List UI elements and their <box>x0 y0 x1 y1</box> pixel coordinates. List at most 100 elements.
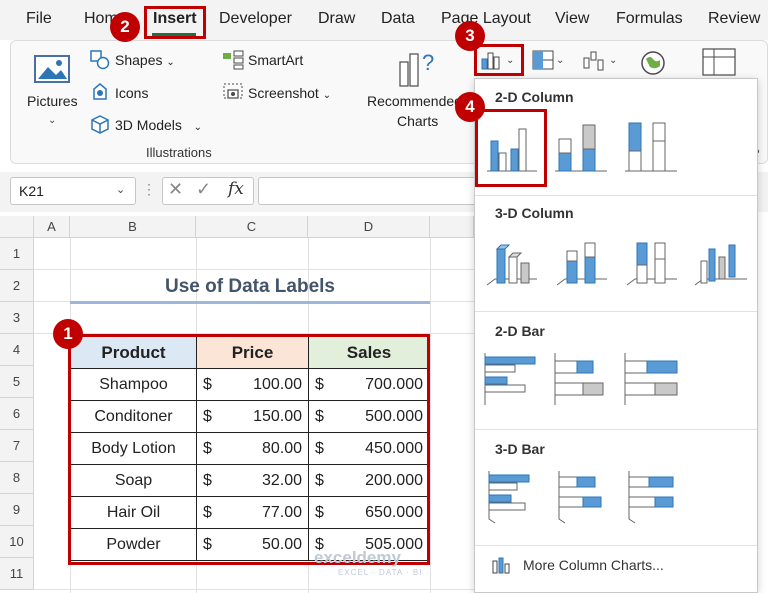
clustered-bar-option[interactable] <box>483 351 541 407</box>
step-badge-4: 4 <box>455 92 485 122</box>
pictures-icon[interactable] <box>34 54 70 84</box>
section-2d-column: 2-D Column <box>495 89 574 105</box>
more-charts-icon <box>492 557 510 574</box>
recommended-charts-label-1[interactable]: Recommended <box>367 93 462 109</box>
select-all-corner[interactable] <box>0 216 34 238</box>
100-stacked-column-icon <box>625 122 677 172</box>
more-column-charts-link[interactable]: More Column Charts... <box>523 557 664 573</box>
watermark-logo: exceldemy <box>314 548 401 567</box>
row-header-11[interactable]: 11 <box>0 558 34 590</box>
shapes-button[interactable]: Shapes ⌄ <box>115 52 175 68</box>
gridline <box>34 269 474 270</box>
column-chart-dropdown: 2-D Column 3-D Column 2-D Bar 3-D Bar Mo… <box>474 78 758 593</box>
chevron-down-icon[interactable]: ⌄ <box>609 55 617 66</box>
column-header-d[interactable]: D <box>308 216 430 238</box>
row-header-2[interactable]: 2 <box>0 270 34 302</box>
data-range-highlight <box>68 334 430 565</box>
screenshot-label: Screenshot <box>248 85 319 101</box>
icons-button[interactable]: Icons <box>115 85 148 101</box>
pictures-label[interactable]: Pictures <box>27 93 78 109</box>
formula-input[interactable] <box>258 177 478 205</box>
icons-icon[interactable] <box>90 82 110 102</box>
stacked-bar-option[interactable] <box>553 351 611 407</box>
recommended-charts-label-2[interactable]: Charts <box>397 113 438 129</box>
stacked-bar-icon <box>554 353 604 405</box>
3d-models-button[interactable]: 3D Models ⌄ <box>115 117 202 133</box>
smartart-button[interactable]: SmartArt <box>248 52 303 68</box>
cancel-icon[interactable]: ✕ <box>168 179 183 200</box>
3d-column-option[interactable] <box>693 235 751 291</box>
row-header-6[interactable]: 6 <box>0 398 34 430</box>
screenshot-icon[interactable] <box>222 82 244 102</box>
screenshot-button[interactable]: Screenshot ⌄ <box>248 85 331 101</box>
3d-clustered-bar-icon <box>488 471 530 524</box>
tab-view[interactable]: View <box>555 10 589 28</box>
chevron-down-icon[interactable]: ⌄ <box>556 55 564 66</box>
tab-formulas[interactable]: Formulas <box>616 10 683 28</box>
3d-clustered-bar-option[interactable] <box>483 469 541 525</box>
pictures-dropdown-arrow-icon[interactable]: ⌄ <box>48 115 56 126</box>
pivotchart-icon[interactable] <box>702 48 738 78</box>
shapes-icon[interactable] <box>90 50 110 70</box>
hierarchy-chart-icon[interactable] <box>532 50 554 70</box>
step-badge-1: 1 <box>53 319 83 349</box>
shapes-label: Shapes <box>115 52 163 68</box>
row-header-10[interactable]: 10 <box>0 526 34 558</box>
sheet-title[interactable]: Use of Data Labels <box>70 276 430 298</box>
chevron-down-icon: ⌄ <box>193 122 202 133</box>
3d-100-stacked-column-option[interactable] <box>623 235 681 291</box>
chevron-down-icon: ⌄ <box>166 57 175 68</box>
row-header-5[interactable]: 5 <box>0 366 34 398</box>
3d-clustered-column-option[interactable] <box>483 235 541 291</box>
insert-function-icon[interactable]: fx <box>228 179 244 199</box>
3d-stacked-bar-option[interactable] <box>553 469 611 525</box>
3d-100-stacked-column-icon <box>626 242 677 286</box>
row-header-9[interactable]: 9 <box>0 494 34 526</box>
100-stacked-column-option[interactable] <box>623 119 681 175</box>
enter-icon[interactable]: ✓ <box>196 179 211 200</box>
step-badge-2: 2 <box>110 12 140 42</box>
separator <box>475 311 757 312</box>
gridline <box>430 238 431 593</box>
tab-developer[interactable]: Developer <box>219 10 292 28</box>
row-header-1[interactable]: 1 <box>0 238 34 270</box>
100-stacked-bar-icon <box>624 353 678 405</box>
chevron-down-icon: ⌄ <box>322 90 332 101</box>
separator <box>475 195 757 196</box>
row-header-7[interactable]: 7 <box>0 430 34 462</box>
tab-file[interactable]: File <box>26 10 52 28</box>
row-header-8[interactable]: 8 <box>0 462 34 494</box>
gridline <box>34 589 474 590</box>
3d-models-icon[interactable] <box>90 114 110 134</box>
row-header-3[interactable]: 3 <box>0 302 34 334</box>
column-chart-button-highlight <box>474 44 524 76</box>
tab-review[interactable]: Review <box>708 10 760 28</box>
column-header-e[interactable] <box>430 216 474 238</box>
watermark-tagline: EXCEL · DATA · BI <box>338 568 423 577</box>
recommended-charts-icon[interactable]: ? <box>398 48 438 88</box>
3d-models-label: 3D Models <box>115 117 182 133</box>
row-header-4[interactable]: 4 <box>0 334 34 366</box>
3d-100-stacked-bar-option[interactable] <box>623 469 681 525</box>
3d-stacked-column-option[interactable] <box>553 235 611 291</box>
column-header-a[interactable]: A <box>34 216 70 238</box>
waterfall-chart-icon[interactable] <box>582 50 606 72</box>
100-stacked-bar-option[interactable] <box>623 351 681 407</box>
3d-column-icon <box>694 244 747 286</box>
tab-page-layout[interactable]: Page Layout <box>441 10 531 28</box>
column-header-c[interactable]: C <box>196 216 308 238</box>
3d-clustered-column-icon <box>486 244 537 286</box>
3d-stacked-column-icon <box>556 242 607 286</box>
stacked-column-option[interactable] <box>553 119 611 175</box>
stacked-column-icon <box>555 124 607 172</box>
section-2d-bar: 2-D Bar <box>495 323 545 339</box>
column-header-b[interactable]: B <box>70 216 196 238</box>
tab-data[interactable]: Data <box>381 10 415 28</box>
smartart-icon[interactable] <box>222 50 244 70</box>
step-badge-3: 3 <box>455 21 485 51</box>
chevron-down-icon[interactable]: ⌄ <box>116 183 125 196</box>
maps-icon[interactable] <box>640 50 666 76</box>
tab-draw[interactable]: Draw <box>318 10 355 28</box>
3d-stacked-bar-icon <box>558 471 602 524</box>
section-3d-column: 3-D Column <box>495 205 574 221</box>
